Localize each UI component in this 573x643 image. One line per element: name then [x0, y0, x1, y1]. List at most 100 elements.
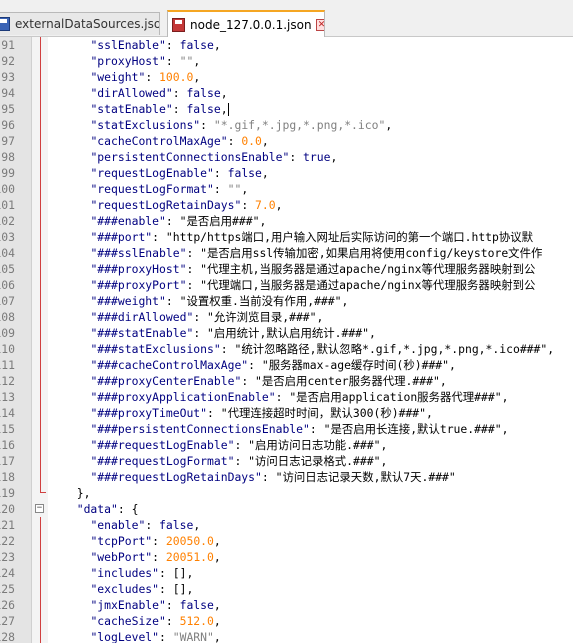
tab-external-data-sources[interactable]: externalDataSources.json ✕	[0, 12, 160, 35]
line-number: 110	[0, 342, 15, 356]
punctuation: ,	[213, 598, 221, 612]
fold-range-line	[40, 37, 41, 53]
punctuation: ,	[501, 390, 509, 404]
code-line[interactable]: 96 "statExclusions": "*.gif,*.jpg,*.png,…	[0, 117, 573, 133]
code-line[interactable]: 119 },	[0, 485, 573, 501]
code-line[interactable]: 103 "###port": "http/https端口,用户输入网址后实际访问…	[0, 229, 573, 245]
code-line[interactable]: 106 "###proxyPort": "代理端口,当服务器是通过apache/…	[0, 277, 573, 293]
line-number: 107	[0, 294, 15, 308]
code-line[interactable]: 121 "enable": false,	[0, 517, 573, 533]
code-line[interactable]: 110 "###statExclusions": "统计忽略路径,默认忽略*.g…	[0, 341, 573, 357]
code-line[interactable]: 118 "###requestLogRetainDays": "访问日志记录天数…	[0, 469, 573, 485]
code-line[interactable]: 95 "statEnable": false,	[0, 101, 573, 117]
code-line[interactable]: 115 "###persistentConnectionsEnable": "是…	[0, 421, 573, 437]
json-key: "###enable"	[90, 214, 166, 228]
code-line[interactable]: 112 "###proxyCenterEnable": "是否启用center服…	[0, 373, 573, 389]
json-value: "启用访问日志功能.###"	[248, 438, 381, 452]
json-value: false	[179, 38, 214, 52]
code-text: "requestLogEnable": false,	[63, 165, 268, 181]
code-line[interactable]: 120 − "data": {	[0, 501, 573, 517]
json-value: "是否启用ssl传输加密,如果启用将使用config/keystore文件作	[200, 246, 543, 260]
json-key: "data"	[76, 502, 118, 516]
code-line[interactable]: 100 "requestLogFormat": "",	[0, 181, 573, 197]
code-line[interactable]: 99 "requestLogEnable": false,	[0, 165, 573, 181]
code-line[interactable]: 102 "###enable": "是否启用###",	[0, 213, 573, 229]
punctuation: :	[152, 230, 166, 244]
code-line[interactable]: 117 "###requestLogFormat": "访问日志记录格式.###…	[0, 453, 573, 469]
code-line[interactable]: 93 "weight": 100.0,	[0, 69, 573, 85]
fold-toggle-icon[interactable]: −	[35, 504, 44, 513]
json-key: "###requestLogEnable"	[90, 438, 235, 452]
code-line[interactable]: 124 "includes": [],	[0, 565, 573, 581]
code-area[interactable]: 91 "sslEnable": false, 92 "proxyHost": ""…	[0, 37, 573, 643]
punctuation: :	[172, 102, 187, 116]
line-number: 103	[0, 230, 15, 244]
punctuation: :	[309, 422, 324, 436]
line-number: 100	[0, 182, 15, 196]
line-number: 113	[0, 390, 15, 404]
punctuation: :	[193, 310, 208, 324]
code-line[interactable]: 123 "webPort": 20051.0,	[0, 549, 573, 565]
tab-node-config[interactable]: node_127.0.0.1.json ✕	[167, 10, 325, 37]
json-key: "###sslEnable"	[90, 246, 187, 260]
close-icon[interactable]: ✕	[315, 18, 324, 31]
json-value: "访问日志记录天数,默认7天.###"	[275, 470, 456, 484]
code-text: "###sslEnable": "是否启用ssl传输加密,如果启用将使用conf…	[63, 245, 542, 261]
punctuation: :	[289, 150, 304, 164]
punctuation: :	[227, 134, 242, 148]
code-line[interactable]: 107 "###weight": "设置权重.当前没有作用,###",	[0, 293, 573, 309]
line-number: 102	[0, 214, 15, 228]
fold-range-line	[40, 453, 41, 469]
json-value: "启用统计,默认启用统计.###"	[207, 326, 369, 340]
json-value: false	[186, 86, 221, 100]
punctuation: :	[165, 614, 180, 628]
code-text: "###persistentConnectionsEnable": "是否启用长…	[63, 421, 508, 437]
json-key: "dirAllowed"	[90, 86, 173, 100]
json-key: "###dirAllowed"	[90, 310, 194, 324]
json-value: 7.0	[255, 198, 276, 212]
code-line[interactable]: 94 "dirAllowed": false,	[0, 85, 573, 101]
code-line[interactable]: 122 "tcpPort": 20050.0,	[0, 533, 573, 549]
json-key: "sslEnable"	[90, 38, 166, 52]
punctuation: :	[193, 326, 208, 340]
line-number: 93	[1, 70, 15, 84]
code-text: "###enable": "是否启用###",	[63, 213, 266, 229]
code-line[interactable]: 91 "sslEnable": false,	[0, 37, 573, 53]
code-text: "dirAllowed": false,	[63, 85, 227, 101]
code-line[interactable]: 126 "jmxEnable": false,	[0, 597, 573, 613]
punctuation: :	[117, 502, 132, 516]
json-key: "cacheSize"	[90, 614, 166, 628]
line-number: 109	[0, 326, 15, 340]
code-line[interactable]: 113 "###proxyApplicationEnable": "是否启用ap…	[0, 389, 573, 405]
modified-file-icon	[172, 17, 185, 32]
line-number: 108	[0, 310, 15, 324]
punctuation: ,	[380, 454, 388, 468]
code-line[interactable]: 97 "cacheControlMaxAge": 0.0,	[0, 133, 573, 149]
code-line[interactable]: 104 "###sslEnable": "是否启用ssl传输加密,如果启用将使用…	[0, 245, 573, 261]
punctuation: :	[186, 262, 201, 276]
code-line[interactable]: 108 "###dirAllowed": "允许浏览目录,###",	[0, 309, 573, 325]
code-line[interactable]: 111 "###cacheControlMaxAge": "服务器max-age…	[0, 357, 573, 373]
code-text: "includes": [],	[63, 565, 193, 581]
json-value: []	[172, 582, 187, 596]
code-line[interactable]: 116 "###requestLogEnable": "启用访问日志功能.###…	[0, 437, 573, 453]
json-value: "是否启用长连接,默认true.###"	[323, 422, 502, 436]
code-line[interactable]: 101 "requestLogRetainDays": 7.0,	[0, 197, 573, 213]
punctuation: ,	[220, 102, 228, 116]
code-line[interactable]: 114 "###proxyTimeOut": "代理连接超时时间，默认300(秒…	[0, 405, 573, 421]
line-number: 92	[1, 54, 15, 68]
code-line[interactable]: 98 "persistentConnectionsEnable": true,	[0, 149, 573, 165]
code-text: "###proxyTimeOut": "代理连接超时时间，默认300(秒)###…	[63, 405, 432, 421]
code-line[interactable]: 125 "excludes": [],	[0, 581, 573, 597]
code-line[interactable]: 105 "###proxyHost": "代理主机,当服务器是通过apache/…	[0, 261, 573, 277]
code-text: "tcpPort": 20050.0,	[63, 533, 220, 549]
text-caret	[227, 103, 229, 116]
code-line[interactable]: 128 "logLevel": "WARN",	[0, 629, 573, 643]
code-line[interactable]: 127 "cacheSize": 512.0,	[0, 613, 573, 629]
code-line[interactable]: 109 "###statEnable": "启用统计,默认启用统计.###",	[0, 325, 573, 341]
code-line[interactable]: 92 "proxyHost": "",	[0, 53, 573, 69]
punctuation: ,	[213, 614, 221, 628]
code-text: "###proxyPort": "代理端口,当服务器是通过apache/ngin…	[63, 277, 535, 293]
code-editor[interactable]: 91 "sslEnable": false, 92 "proxyHost": ""…	[0, 37, 573, 643]
punctuation: ,	[213, 630, 221, 643]
